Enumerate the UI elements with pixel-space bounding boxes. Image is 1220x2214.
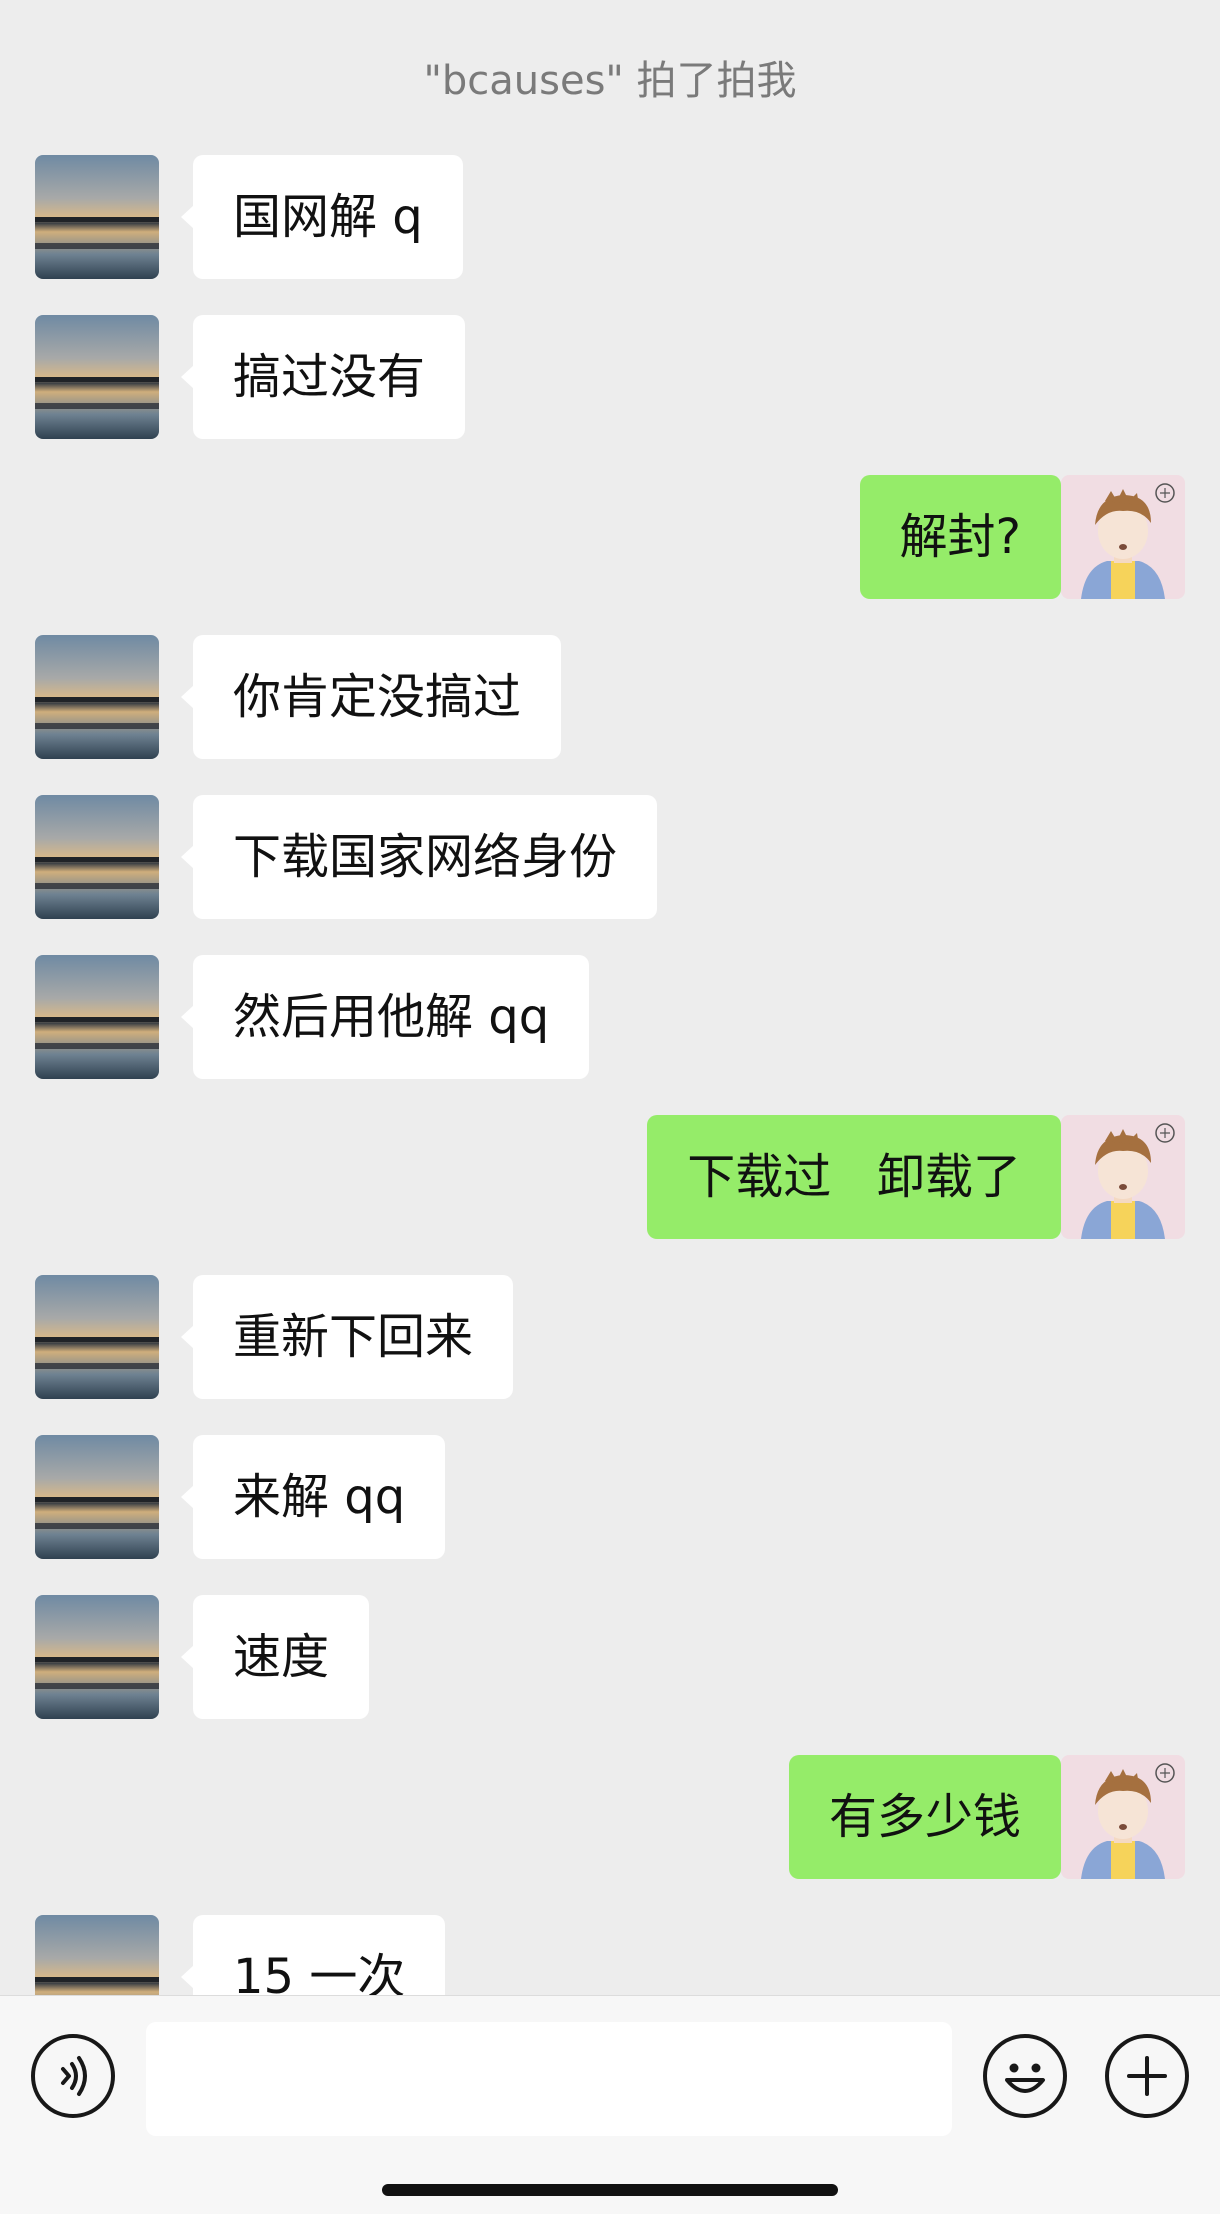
- voice-icon: [61, 2056, 87, 2096]
- chat-screen: "bcauses" 拍了拍我 国网解 q 搞过没有 解封? 你肯定没搞过 下载国…: [0, 0, 1220, 2214]
- landscape-avatar-image: [35, 155, 159, 279]
- message-input[interactable]: [146, 2022, 952, 2136]
- contact-avatar[interactable]: [35, 1435, 159, 1559]
- message-bubble[interactable]: 15 一次: [193, 1915, 446, 1995]
- cartoon-avatar-image: [1061, 1755, 1185, 1879]
- plus-icon: [1127, 2056, 1167, 2096]
- message-incoming: 来解 qq: [0, 1435, 1220, 1559]
- landscape-avatar-image: [35, 1915, 159, 1995]
- voice-button[interactable]: [31, 2034, 115, 2118]
- message-bubble[interactable]: 有多少钱: [788, 1755, 1061, 1879]
- message-outgoing: 有多少钱: [0, 1755, 1220, 1879]
- my-avatar[interactable]: [1061, 475, 1185, 599]
- message-bubble[interactable]: 来解 qq: [193, 1435, 446, 1559]
- message-bubble[interactable]: 国网解 q: [193, 155, 463, 279]
- landscape-avatar-image: [35, 1595, 159, 1719]
- system-notice: "bcauses" 拍了拍我: [423, 58, 797, 104]
- cartoon-avatar-image: [1061, 475, 1185, 599]
- landscape-avatar-image: [35, 1275, 159, 1399]
- contact-avatar[interactable]: [35, 1595, 159, 1719]
- landscape-avatar-image: [35, 315, 159, 439]
- message-incoming: 速度: [0, 1595, 1220, 1719]
- message-incoming: 重新下回来: [0, 1275, 1220, 1399]
- home-indicator[interactable]: [382, 2184, 838, 2196]
- contact-avatar[interactable]: [35, 155, 159, 279]
- my-avatar[interactable]: [1061, 1115, 1185, 1239]
- message-incoming: 搞过没有: [0, 315, 1220, 439]
- message-bubble[interactable]: 重新下回来: [193, 1275, 514, 1399]
- contact-avatar[interactable]: [35, 1275, 159, 1399]
- message-bubble[interactable]: 你肯定没搞过: [193, 635, 562, 759]
- message-list[interactable]: "bcauses" 拍了拍我 国网解 q 搞过没有 解封? 你肯定没搞过 下载国…: [0, 0, 1220, 1995]
- emoji-button[interactable]: [983, 2034, 1067, 2118]
- message-outgoing: 解封?: [0, 475, 1220, 599]
- landscape-avatar-image: [35, 955, 159, 1079]
- contact-avatar[interactable]: [35, 1915, 159, 1995]
- contact-avatar[interactable]: [35, 795, 159, 919]
- message-incoming: 然后用他解 qq: [0, 955, 1220, 1079]
- message-bubble[interactable]: 然后用他解 qq: [193, 955, 590, 1079]
- landscape-avatar-image: [35, 795, 159, 919]
- contact-avatar[interactable]: [35, 315, 159, 439]
- message-incoming: 下载国家网络身份: [0, 795, 1220, 919]
- contact-avatar[interactable]: [35, 635, 159, 759]
- emoji-icon: [1005, 2063, 1045, 2093]
- message-incoming: 15 一次: [0, 1915, 1220, 1995]
- more-button[interactable]: [1105, 2034, 1189, 2118]
- message-incoming: 你肯定没搞过: [0, 635, 1220, 759]
- cartoon-avatar-image: [1061, 1115, 1185, 1239]
- message-bubble[interactable]: 下载国家网络身份: [193, 795, 658, 919]
- message-bubble[interactable]: 搞过没有: [193, 315, 466, 439]
- message-bubble[interactable]: 下载过 卸载了: [647, 1115, 1061, 1239]
- message-outgoing: 下载过 卸载了: [0, 1115, 1220, 1239]
- landscape-avatar-image: [35, 1435, 159, 1559]
- message-bubble[interactable]: 速度: [193, 1595, 370, 1719]
- input-bar: [0, 1995, 1220, 2214]
- contact-avatar[interactable]: [35, 955, 159, 1079]
- landscape-avatar-image: [35, 635, 159, 759]
- message-incoming: 国网解 q: [0, 155, 1220, 279]
- my-avatar[interactable]: [1061, 1755, 1185, 1879]
